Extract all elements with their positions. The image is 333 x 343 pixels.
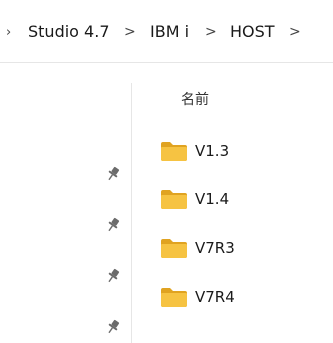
folder-item[interactable]: V7R4 (160, 285, 330, 311)
breadcrumb-item-ibm-i[interactable]: IBM i (150, 22, 189, 41)
address-bar-breadcrumb[interactable]: › Studio 4.7 > IBM i > HOST > (0, 0, 333, 62)
breadcrumb-separator-icon[interactable]: > (205, 24, 217, 40)
pin-icon[interactable] (104, 165, 122, 183)
folder-icon (161, 190, 187, 209)
breadcrumb-item-studio[interactable]: Studio 4.7 (28, 22, 110, 41)
folder-name: V7R3 (195, 239, 235, 257)
folder-item[interactable]: V1.3 (160, 139, 330, 165)
folder-name: V1.3 (195, 142, 230, 160)
toolbar-divider (0, 62, 333, 63)
folder-icon (161, 239, 187, 258)
folder-icon (161, 142, 187, 161)
navigation-pane-divider[interactable] (131, 83, 132, 343)
pin-icon[interactable] (104, 216, 122, 234)
folder-name: V7R4 (195, 288, 235, 306)
folder-icon (161, 288, 187, 307)
chevron-right-icon[interactable]: › (6, 25, 11, 40)
folder-item[interactable]: V1.4 (160, 187, 330, 213)
breadcrumb-item-host[interactable]: HOST (230, 22, 275, 41)
breadcrumb-separator-icon[interactable]: > (124, 24, 136, 40)
folder-name: V1.4 (195, 190, 230, 208)
pin-icon[interactable] (104, 318, 122, 336)
breadcrumb-separator-icon[interactable]: > (289, 24, 301, 40)
pin-icon[interactable] (104, 267, 122, 285)
folder-item[interactable]: V7R3 (160, 236, 330, 262)
column-header-name[interactable]: 名前 (181, 89, 209, 109)
